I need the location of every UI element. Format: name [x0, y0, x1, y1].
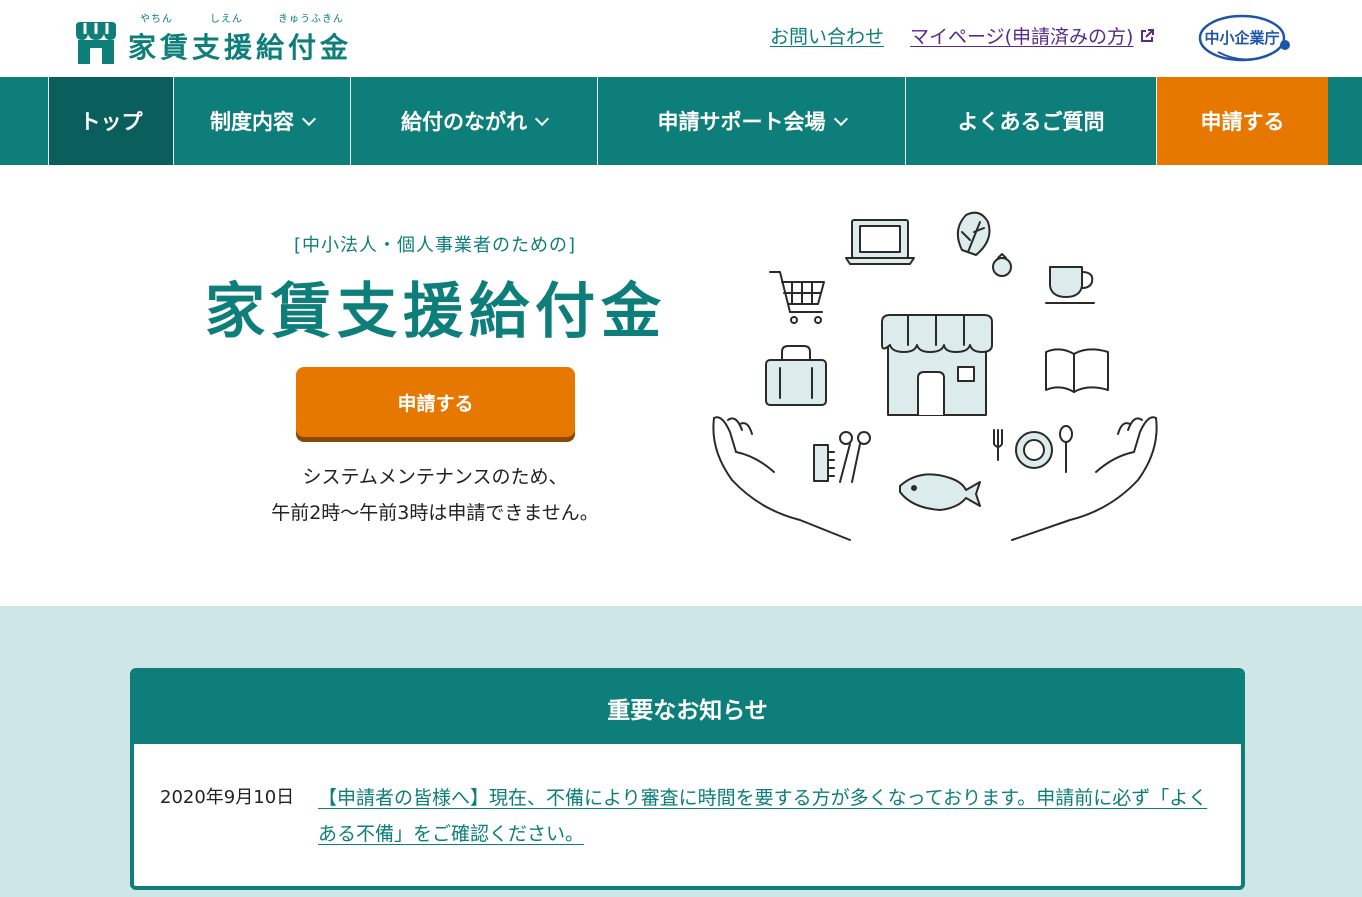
chevron-down-icon — [833, 111, 848, 127]
apply-button[interactable]: 申請する — [296, 367, 575, 437]
external-link-icon — [1141, 28, 1155, 42]
agency-logo[interactable]: 中小企業庁 — [1198, 12, 1294, 64]
maintenance-note-line1: システムメンテナンスのため、 — [302, 466, 568, 488]
mypage-link-label: マイページ(申請済みの方) — [910, 26, 1134, 48]
notice-date: 2020年9月10日 — [160, 787, 295, 808]
hero-section: [中小法人・個人事業者のための] 家賃支援給付金 申請する システムメンテナンス… — [0, 165, 1362, 606]
shop-illustration — [712, 211, 1158, 541]
bag-icon — [765, 345, 827, 406]
shop-logo-icon — [76, 22, 116, 64]
nav-item-top[interactable]: トップ — [48, 77, 173, 165]
site-header: やちん しえん きゅうふきん 家賃支援給付金 お問い合わせ マイページ(申請済み… — [0, 0, 1362, 77]
nav-item-flow[interactable]: 給付のながれ — [350, 77, 597, 165]
nav-item-label: よくあるご質問 — [957, 110, 1105, 134]
hero-title: 家賃支援給付金 — [205, 277, 667, 347]
contact-link[interactable]: お問い合わせ — [770, 22, 884, 49]
notice-item: 2020年9月10日 【申請者の皆様へ】現在、不備により審査に時間を要する方が多… — [160, 780, 1208, 852]
laptop-icon — [845, 219, 915, 265]
nav-item-support[interactable]: 申請サポート会場 — [597, 77, 905, 165]
cup-icon — [1045, 266, 1095, 304]
fish-icon — [899, 473, 981, 511]
chevron-down-icon — [301, 111, 317, 127]
nav-item-apply[interactable]: 申請する — [1156, 77, 1328, 165]
important-notice-box: 重要なお知らせ 2020年9月10日 【申請者の皆様へ】現在、不備により審査に時… — [130, 668, 1245, 890]
site-logo[interactable]: やちん しえん きゅうふきん 家賃支援給付金 — [72, 12, 352, 66]
apply-button-label: 申請する — [397, 392, 474, 415]
agency-label: 中小企業庁 — [1204, 29, 1279, 47]
nav-item-faq[interactable]: よくあるご質問 — [905, 77, 1156, 165]
hero-subtitle: [中小法人・個人事業者のための] — [293, 235, 577, 256]
maintenance-note: システムメンテナンスのため、 午前2時〜午前3時は申請できません。 — [230, 459, 640, 531]
cutlery-icon — [993, 425, 1073, 473]
cart-icon — [769, 271, 825, 324]
scissors-icon — [813, 431, 871, 483]
nav-item-label: 申請サポート会場 — [657, 110, 826, 134]
chevron-down-icon — [534, 111, 550, 127]
logo-ruby-3: きゅうふきん — [278, 14, 344, 25]
logo-ruby-1: やちん — [140, 14, 173, 25]
nav-item-label: 申請する — [1200, 110, 1285, 134]
book-icon — [1045, 348, 1109, 393]
notice-link[interactable]: 【申請者の皆様へ】現在、不備により審査に時間を要する方が多くなっております。申請… — [318, 780, 1208, 852]
mypage-link[interactable]: マイページ(申請済みの方) — [910, 22, 1133, 49]
main-nav: トップ 制度内容 給付のながれ 申請サポート会場 よくあるご質問 申請する — [0, 77, 1362, 165]
nav-item-label: トップ — [79, 110, 143, 134]
logo-ruby-2: しえん — [210, 14, 243, 25]
notice-heading: 重要なお知らせ — [134, 672, 1241, 744]
nav-item-label: 制度内容 — [210, 110, 294, 134]
shop-building-icon — [881, 314, 993, 416]
logo-title: 家賃支援給付金 — [128, 31, 353, 64]
vegetable-icon — [956, 211, 1012, 277]
nav-item-label: 給付のながれ — [401, 110, 527, 134]
header-links: お問い合わせ マイページ(申請済みの方) — [770, 22, 1155, 49]
nav-item-system[interactable]: 制度内容 — [173, 77, 350, 165]
maintenance-note-line2: 午前2時〜午前3時は申請できません。 — [271, 502, 599, 524]
